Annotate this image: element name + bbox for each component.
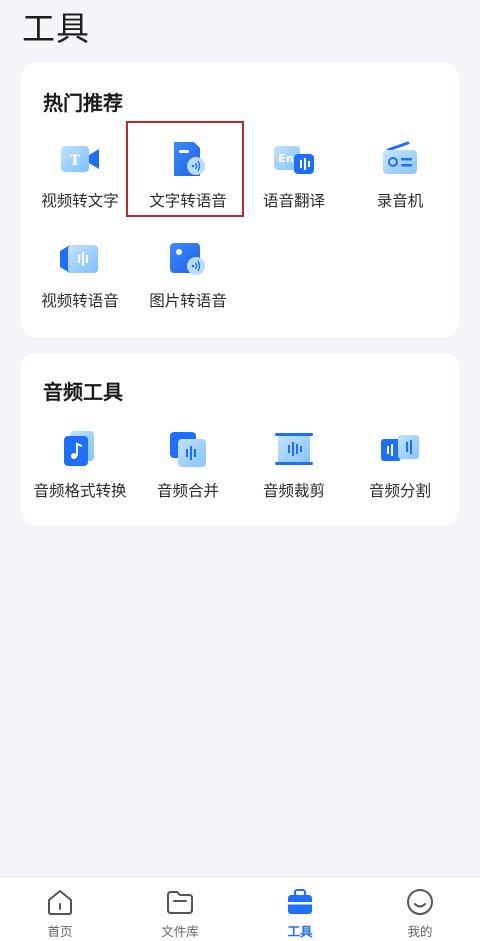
tab-label: 工具: [287, 924, 313, 939]
audio-tools-title: 音频工具: [43, 380, 123, 404]
tool-label: 语音翻译: [262, 192, 325, 210]
tab-home[interactable]: 首页: [0, 877, 120, 941]
audio-trim-icon: [272, 427, 316, 471]
tool-video-to-speech[interactable]: 视频转语音: [25, 229, 135, 325]
image-to-speech-icon: [166, 237, 210, 281]
tool-label: 视频转文字: [41, 192, 119, 210]
tool-label: 视频转语音: [41, 292, 119, 310]
recorder-icon: [378, 137, 422, 181]
profile-icon: [407, 889, 433, 915]
hot-recommend-title: 热门推荐: [43, 91, 123, 115]
tools-page: 工具 热门推荐 T 视频转文字 文字转语音 En 语音翻译 录音机 视频转语音 …: [0, 0, 480, 941]
tool-label: 文字转语音: [149, 192, 227, 210]
svg-text:T: T: [70, 153, 81, 169]
tab-label: 首页: [47, 924, 73, 939]
audio-split-icon: [378, 427, 422, 471]
tool-label: 音频格式转换: [33, 482, 127, 500]
tool-label: 图片转语音: [149, 292, 227, 310]
home-icon: [48, 890, 72, 915]
speech-translate-icon: En: [272, 137, 316, 181]
tool-label: 音频合并: [156, 482, 219, 500]
toolbox-icon: [288, 889, 312, 914]
tool-audio-split[interactable]: 音频分割: [345, 419, 455, 515]
tab-profile[interactable]: 我的: [360, 877, 480, 941]
tab-tools[interactable]: 工具: [240, 877, 360, 941]
tool-speech-translate[interactable]: En 语音翻译: [239, 129, 349, 225]
tool-recorder[interactable]: 录音机: [345, 129, 455, 225]
page-title: 工具: [22, 9, 90, 48]
hot-recommend-card: 热门推荐 T 视频转文字 文字转语音 En 语音翻译 录音机 视频转语音 图片转…: [21, 63, 459, 337]
svg-text:En: En: [278, 152, 293, 165]
tool-text-to-speech[interactable]: 文字转语音: [133, 129, 243, 225]
tool-label: 音频分割: [368, 482, 431, 500]
tool-image-to-speech[interactable]: 图片转语音: [133, 229, 243, 325]
tool-audio-format-convert[interactable]: 音频格式转换: [25, 419, 135, 515]
tab-label: 文件库: [161, 924, 199, 939]
text-to-speech-icon: [166, 137, 210, 181]
tool-audio-trim[interactable]: 音频裁剪: [239, 419, 349, 515]
tool-label: 录音机: [376, 192, 424, 210]
tool-video-to-text[interactable]: T 视频转文字: [25, 129, 135, 225]
video-to-text-icon: T: [58, 137, 102, 181]
tool-label: 音频裁剪: [262, 482, 325, 500]
video-to-speech-icon: [58, 237, 102, 281]
bottom-tab-bar: 首页 文件库 工具 我的: [0, 876, 480, 941]
tab-file-library[interactable]: 文件库: [120, 877, 240, 941]
tool-audio-merge[interactable]: 音频合并: [133, 419, 243, 515]
tab-label: 我的: [407, 924, 433, 939]
audio-tools-card: 音频工具 音频格式转换 音频合并 音频裁剪 音频分割: [21, 353, 459, 525]
audio-merge-icon: [166, 427, 210, 471]
folder-icon: [167, 891, 193, 914]
audio-format-convert-icon: [58, 427, 102, 471]
